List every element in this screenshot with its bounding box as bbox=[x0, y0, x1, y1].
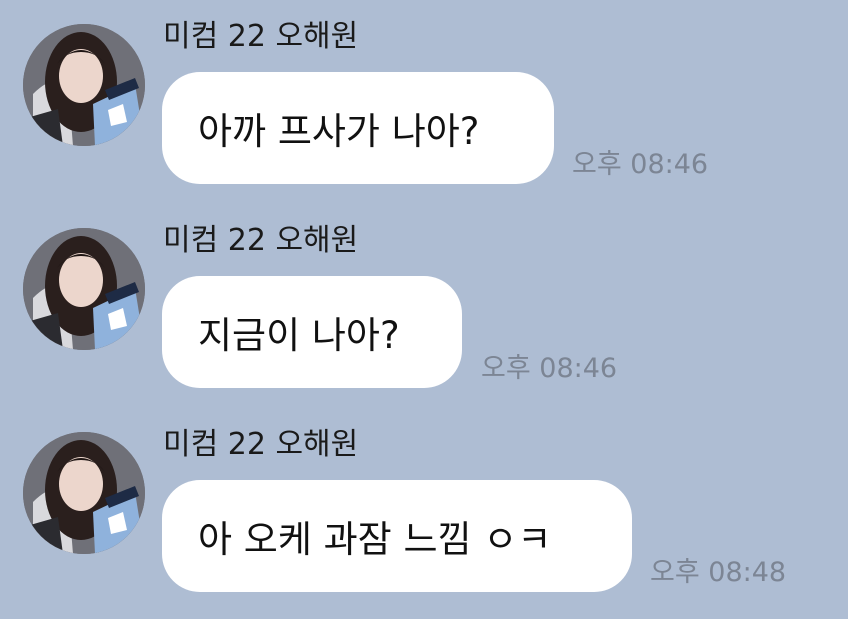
message-text: 지금이 나아? bbox=[198, 314, 400, 357]
message-bubble[interactable]: 아 오케 과잠 느낌 ㅇㅋ bbox=[162, 480, 632, 592]
profile-photo-icon bbox=[23, 432, 145, 554]
message-text: 아까 프사가 나아? bbox=[198, 110, 480, 153]
sender-avatar[interactable] bbox=[23, 432, 145, 554]
sender-name: 미컴 22 오해원 bbox=[163, 19, 359, 54]
chat-room: 미컴 22 오해원 아까 프사가 나아? 오후 08:46 미컴 22 오해원 … bbox=[0, 0, 848, 619]
message-timestamp: 오후 08:48 bbox=[650, 557, 787, 588]
profile-photo-icon bbox=[23, 228, 145, 350]
message-item: 미컴 22 오해원 지금이 나아? 오후 08:46 bbox=[0, 204, 848, 404]
message-text: 아 오케 과잠 느낌 ㅇㅋ bbox=[198, 518, 552, 561]
message-item: 미컴 22 오해원 아 오케 과잠 느낌 ㅇㅋ 오후 08:48 bbox=[0, 408, 848, 608]
sender-name: 미컴 22 오해원 bbox=[163, 223, 359, 258]
message-item: 미컴 22 오해원 아까 프사가 나아? 오후 08:46 bbox=[0, 0, 848, 200]
sender-name: 미컴 22 오해원 bbox=[163, 427, 359, 462]
message-timestamp: 오후 08:46 bbox=[481, 353, 618, 384]
profile-photo-icon bbox=[23, 24, 145, 146]
message-timestamp: 오후 08:46 bbox=[572, 149, 709, 180]
message-bubble[interactable]: 아까 프사가 나아? bbox=[162, 72, 554, 184]
sender-avatar[interactable] bbox=[23, 228, 145, 350]
sender-avatar[interactable] bbox=[23, 24, 145, 146]
message-bubble[interactable]: 지금이 나아? bbox=[162, 276, 462, 388]
